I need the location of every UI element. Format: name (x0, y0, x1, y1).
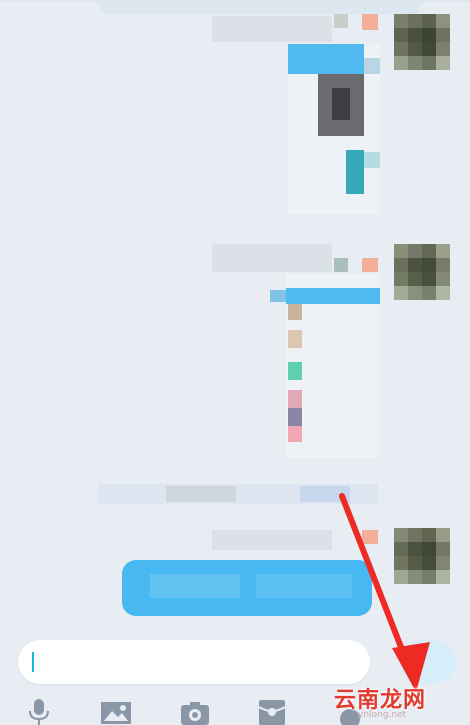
card-pixel (288, 408, 302, 426)
card-pixel (288, 304, 302, 320)
sender-name-blurred (212, 530, 332, 550)
badge-blurred (362, 530, 378, 544)
system-notice-pixel (300, 486, 350, 502)
badge-blurred (362, 258, 378, 272)
card-pixel (270, 290, 286, 302)
card-pixel (288, 330, 302, 348)
card-pixel (364, 58, 380, 74)
sender-name-blurred (212, 16, 332, 42)
watermark-url: ynlong.net (358, 710, 407, 720)
previous-message-tail (100, 0, 420, 14)
card-pixel (288, 426, 302, 442)
avatar[interactable] (394, 244, 450, 300)
system-notice-pixel (166, 486, 236, 502)
card-pixel (364, 152, 380, 168)
message-text-blurred (150, 574, 240, 598)
microphone-icon[interactable] (26, 697, 52, 725)
badge-blurred (334, 14, 348, 28)
image-icon[interactable] (100, 697, 132, 725)
card-header-blurred (288, 44, 364, 74)
red-packet-icon[interactable] (258, 697, 286, 725)
message-input[interactable] (18, 640, 370, 684)
text-caret (32, 652, 34, 672)
badge-blurred (334, 258, 348, 272)
avatar[interactable] (394, 528, 450, 584)
card-image-blurred (332, 88, 350, 120)
card-header-blurred (286, 288, 380, 304)
send-button[interactable] (400, 640, 456, 684)
card-pixel (288, 390, 302, 408)
camera-icon[interactable] (180, 697, 210, 725)
avatar[interactable] (394, 14, 450, 70)
sender-name-blurred (212, 244, 332, 272)
annotation-arrow (339, 493, 430, 692)
card-image-blurred (346, 150, 364, 194)
message-text-blurred (256, 574, 352, 598)
badge-blurred (362, 14, 378, 30)
card-pixel (288, 362, 302, 380)
